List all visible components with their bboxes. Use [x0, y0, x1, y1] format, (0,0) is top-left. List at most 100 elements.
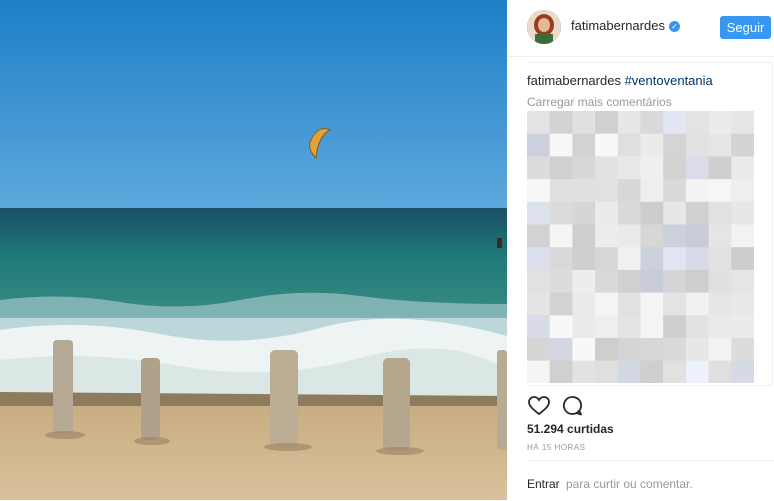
- mosaic-tile: [549, 156, 573, 180]
- mosaic-tile: [708, 133, 732, 157]
- mosaic-tile: [640, 247, 664, 271]
- mosaic-tile: [527, 247, 551, 271]
- mosaic-tile: [549, 269, 573, 294]
- login-link[interactable]: Entrar: [527, 477, 560, 491]
- mosaic-tile: [640, 179, 664, 203]
- mosaic-tile: [685, 247, 710, 271]
- mosaic-tile: [640, 224, 664, 248]
- mosaic-tile: [685, 360, 710, 383]
- avatar-image: [527, 10, 561, 44]
- mosaic-tile: [708, 292, 732, 316]
- mosaic-tile: [617, 224, 641, 248]
- mosaic-tile: [595, 315, 619, 339]
- mosaic-tile: [617, 179, 641, 203]
- mosaic-tile: [708, 179, 732, 203]
- mosaic-tile: [640, 201, 664, 225]
- mosaic-tile: [595, 224, 619, 248]
- mosaic-tile: [731, 111, 754, 135]
- mosaic-tile: [731, 201, 754, 225]
- mosaic-tile: [595, 360, 619, 383]
- mosaic-tile: [595, 111, 619, 135]
- mosaic-tile: [572, 224, 596, 248]
- mosaic-tile: [708, 269, 732, 294]
- mosaic-tile: [663, 247, 687, 271]
- heart-icon[interactable]: [527, 394, 551, 418]
- follow-button[interactable]: Seguir: [720, 16, 771, 39]
- likes-count[interactable]: 51.294 curtidas: [527, 422, 614, 436]
- mosaic-tile: [572, 133, 596, 157]
- username-text[interactable]: fatimabernardes: [571, 18, 665, 33]
- post-photo[interactable]: [0, 0, 507, 500]
- mosaic-tile: [663, 156, 687, 180]
- mosaic-tile: [572, 315, 596, 339]
- mosaic-tile: [617, 338, 641, 362]
- mosaic-tile: [708, 360, 732, 383]
- mosaic-tile: [731, 315, 754, 339]
- caption-hashtag[interactable]: #ventoventania: [625, 73, 713, 88]
- mosaic-tile: [595, 269, 619, 294]
- mosaic-tile: [617, 360, 641, 383]
- mosaic-tile: [731, 269, 754, 294]
- mosaic-tile: [685, 156, 710, 180]
- mosaic-tile: [527, 224, 551, 248]
- mosaic-tile: [708, 338, 732, 362]
- mosaic-tile: [572, 201, 596, 225]
- login-prompt: para curtir ou comentar.: [566, 477, 693, 491]
- pixelated-comments: [527, 111, 754, 383]
- mosaic-tile: [549, 133, 573, 157]
- beach-photo: [0, 0, 507, 500]
- caption-username[interactable]: fatimabernardes: [527, 73, 621, 88]
- mosaic-tile: [708, 111, 732, 135]
- mosaic-tile: [663, 315, 687, 339]
- mosaic-tile: [731, 338, 754, 362]
- mosaic-tile: [572, 360, 596, 383]
- mosaic-tile: [572, 338, 596, 362]
- mosaic-tile: [685, 315, 710, 339]
- mosaic-tile: [685, 224, 710, 248]
- mosaic-tile: [572, 156, 596, 180]
- mosaic-tile: [617, 111, 641, 135]
- comment-bubble-icon[interactable]: [560, 394, 584, 418]
- mosaic-tile: [708, 156, 732, 180]
- mosaic-tile: [640, 360, 664, 383]
- mosaic-tile: [640, 156, 664, 180]
- mosaic-tile: [640, 133, 664, 157]
- mosaic-tile: [527, 179, 551, 203]
- mosaic-tile: [663, 111, 687, 135]
- mosaic-tile: [731, 292, 754, 316]
- mosaic-tile: [572, 111, 596, 135]
- mosaic-tile: [663, 179, 687, 203]
- mosaic-tile: [617, 315, 641, 339]
- mosaic-tile: [572, 179, 596, 203]
- mosaic-tile: [708, 201, 732, 225]
- mosaic-tile: [731, 179, 754, 203]
- mosaic-tile: [595, 338, 619, 362]
- mosaic-tile: [663, 224, 687, 248]
- mosaic-tile: [527, 360, 551, 383]
- mosaic-tile: [663, 269, 687, 294]
- post-header: fatimabernardes ✓ Seguir: [507, 0, 774, 57]
- mosaic-tile: [731, 224, 754, 248]
- mosaic-tile: [527, 315, 551, 339]
- mosaic-tile: [685, 179, 710, 203]
- mosaic-tile: [685, 338, 710, 362]
- username[interactable]: fatimabernardes ✓: [571, 18, 680, 33]
- post-time: HÁ 15 HORAS: [527, 443, 586, 452]
- mosaic-tile: [640, 269, 664, 294]
- mosaic-tile: [527, 292, 551, 316]
- mosaic-tile: [640, 315, 664, 339]
- mosaic-tile: [549, 179, 573, 203]
- mosaic-tile: [549, 338, 573, 362]
- mosaic-tile: [663, 360, 687, 383]
- mosaic-tile: [527, 111, 551, 135]
- mosaic-tile: [617, 201, 641, 225]
- mosaic-tile: [663, 133, 687, 157]
- mosaic-tile: [595, 247, 619, 271]
- avatar[interactable]: [527, 10, 561, 44]
- mosaic-tile: [708, 315, 732, 339]
- load-more-comments[interactable]: Carregar mais comentários: [527, 95, 672, 109]
- mosaic-tile: [731, 156, 754, 180]
- mosaic-tile: [549, 224, 573, 248]
- mosaic-tile: [640, 111, 664, 135]
- mosaic-tile: [527, 156, 551, 180]
